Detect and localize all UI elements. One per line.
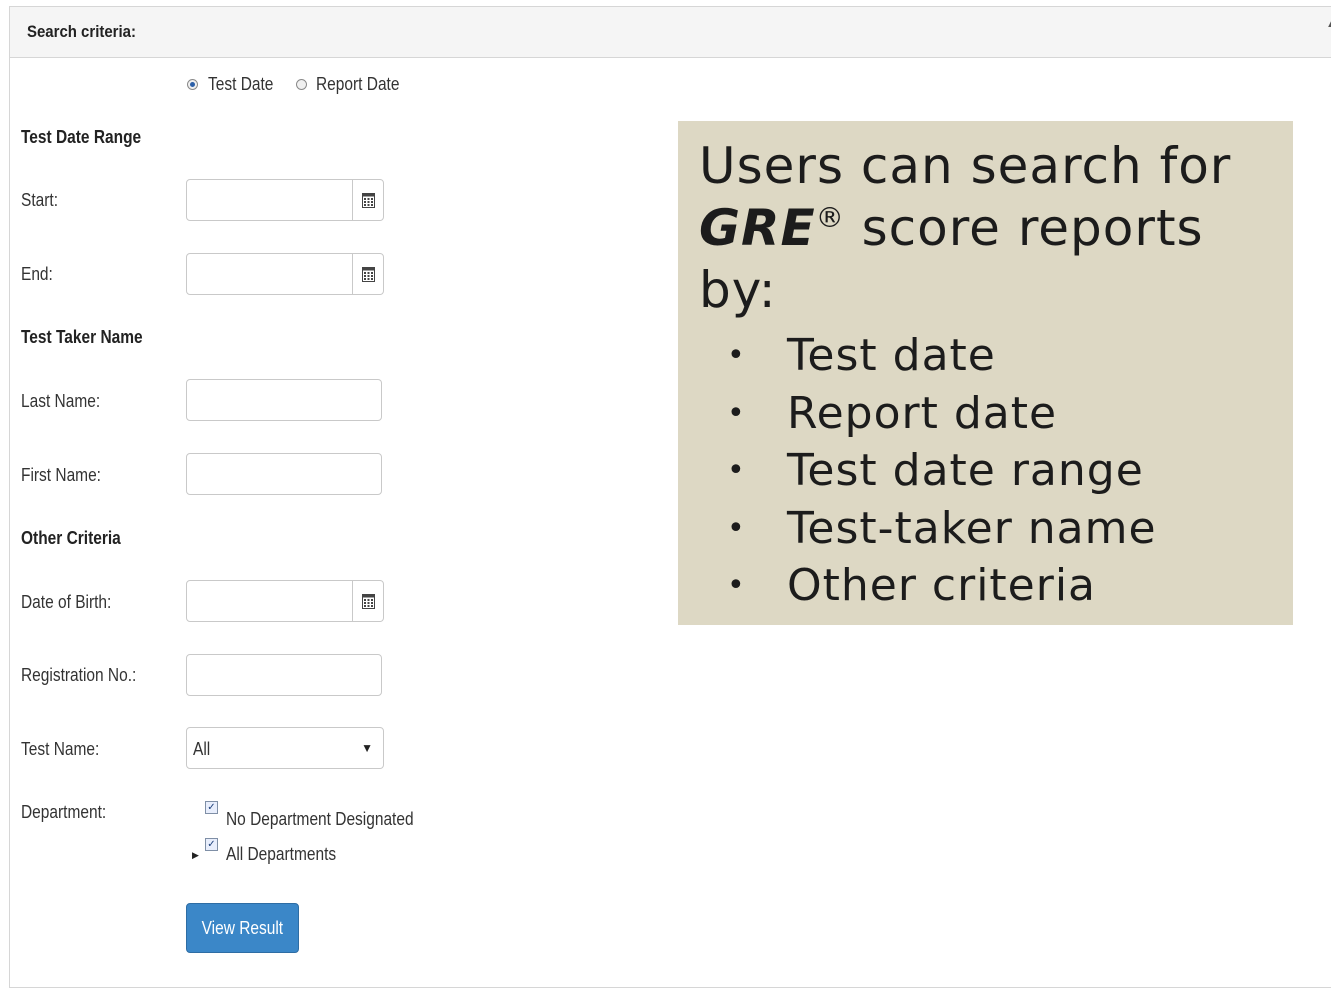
report-date-radio-label[interactable]: Report Date xyxy=(316,74,399,95)
section-test-date-range: Test Date Range xyxy=(21,127,142,147)
callout-bullet: Test date range xyxy=(699,442,1273,500)
calendar-icon xyxy=(361,193,375,208)
last-name-input[interactable] xyxy=(186,379,382,421)
callout-brand: GRE xyxy=(699,199,816,257)
callout-line-1: Users can search for xyxy=(699,137,1232,195)
panel-header[interactable]: Search criteria: ▲ xyxy=(10,7,1331,58)
view-result-label: View Result xyxy=(201,917,284,938)
info-callout: Users can search for GRE® score reports … xyxy=(678,121,1293,625)
registration-no-label: Registration No.: xyxy=(21,665,137,685)
view-result-button[interactable]: View Result xyxy=(186,903,299,953)
callout-title: Users can search for GRE® score reports … xyxy=(699,135,1273,321)
caret-up-icon[interactable]: ▲ xyxy=(1326,19,1331,30)
test-name-select[interactable]: All ▼ xyxy=(186,727,384,769)
expand-caret-icon[interactable]: ▶ xyxy=(192,850,199,861)
section-other-criteria: Other Criteria xyxy=(21,528,121,548)
calendar-icon xyxy=(361,594,375,609)
section-test-taker-name: Test Taker Name xyxy=(21,327,143,347)
panel-title: Search criteria: xyxy=(27,22,136,41)
start-date-input[interactable] xyxy=(186,179,384,221)
start-calendar-button[interactable] xyxy=(352,180,383,220)
start-label: Start: xyxy=(21,190,58,210)
first-name-label: First Name: xyxy=(21,465,101,485)
all-departments-label[interactable]: All Departments xyxy=(226,844,336,865)
test-name-label: Test Name: xyxy=(21,739,100,759)
callout-bullet: Test date xyxy=(699,327,1273,385)
no-department-label[interactable]: No Department Designated xyxy=(226,809,414,830)
test-name-selected-value: All xyxy=(193,739,211,759)
dropdown-arrow-icon: ▼ xyxy=(361,741,373,755)
calendar-icon xyxy=(361,267,375,282)
callout-line-2: score reports xyxy=(844,199,1204,257)
dob-calendar-button[interactable] xyxy=(352,581,383,621)
end-calendar-button[interactable] xyxy=(352,254,383,294)
date-of-birth-input[interactable] xyxy=(186,580,384,622)
first-name-input[interactable] xyxy=(186,453,382,495)
callout-bullet: Report date xyxy=(699,385,1273,443)
registration-no-input[interactable] xyxy=(186,654,382,696)
end-date-input[interactable] xyxy=(186,253,384,295)
no-department-checkbox[interactable]: ✓ xyxy=(205,801,218,814)
report-date-radio[interactable] xyxy=(296,79,307,90)
test-date-radio-label[interactable]: Test Date xyxy=(208,74,273,95)
registered-mark: ® xyxy=(815,201,845,234)
callout-bullet: Other criteria xyxy=(699,557,1273,615)
callout-bullet-list: Test date Report date Test date range Te… xyxy=(699,327,1273,615)
callout-line-3: by: xyxy=(699,261,777,319)
last-name-label: Last Name: xyxy=(21,391,101,411)
all-departments-checkbox[interactable]: ✓ xyxy=(205,838,218,851)
end-label: End: xyxy=(21,264,53,284)
callout-bullet: Test-taker name xyxy=(699,500,1273,558)
test-date-radio[interactable] xyxy=(187,79,198,90)
date-of-birth-label: Date of Birth: xyxy=(21,592,112,612)
department-label: Department: xyxy=(21,802,107,822)
